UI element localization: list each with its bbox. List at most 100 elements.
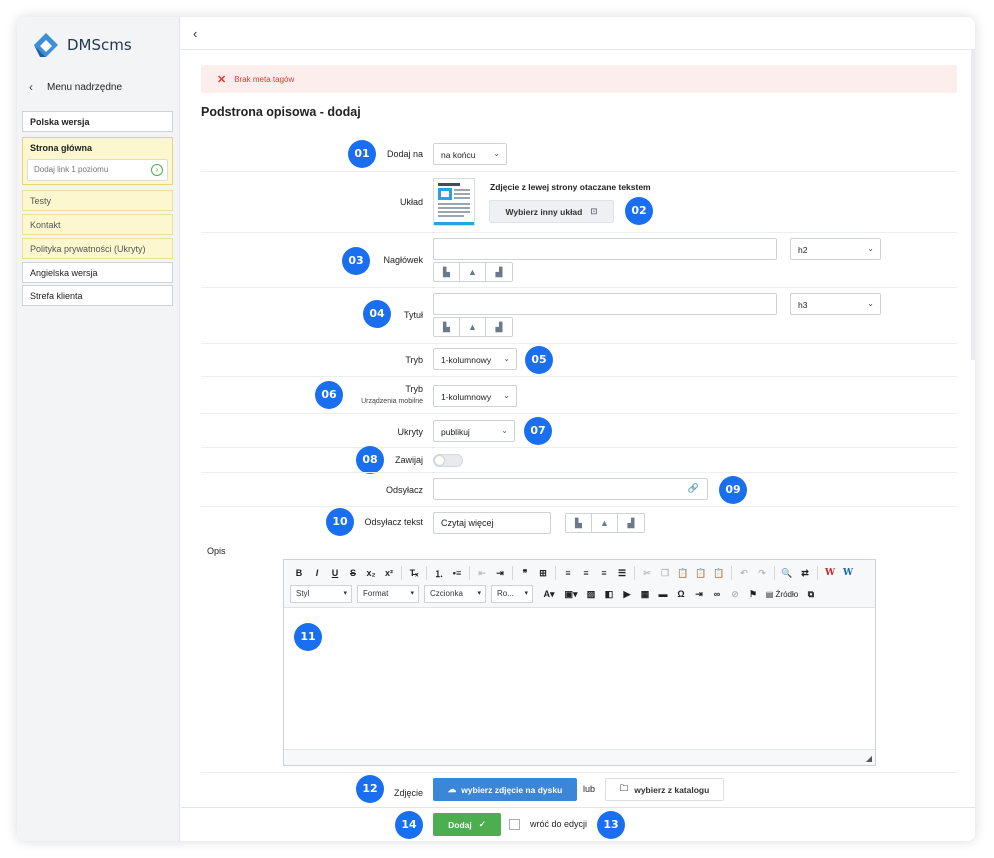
align-center-icon[interactable]: ≡ (577, 564, 595, 582)
align-center-icon[interactable]: ▲ (592, 514, 618, 532)
heading-input[interactable] (433, 238, 777, 260)
sidebar-item-kontakt[interactable]: Kontakt (22, 214, 173, 235)
paste-icon[interactable]: 📋 (674, 564, 692, 582)
mode-value: 1-kolumnowy (441, 355, 492, 365)
copy-icon[interactable]: ❐ (656, 564, 674, 582)
indent-icon[interactable]: ⇥ (491, 564, 509, 582)
sidebar-item-strona-glowna[interactable]: Strona główna Dodaj link 1 poziomu › (22, 137, 173, 185)
bg-color-icon[interactable]: ▣▾ (560, 585, 582, 603)
badge-14: 14 (395, 811, 423, 839)
bulleted-list-icon[interactable]: •≡ (448, 564, 466, 582)
align-left-icon[interactable]: ▙ (434, 263, 460, 281)
align-right-icon[interactable]: ▟ (486, 263, 512, 281)
div-container-icon[interactable]: ⊞ (534, 564, 552, 582)
page-break-icon[interactable]: ⇥ (690, 585, 708, 603)
align-left-icon[interactable]: ≡ (559, 564, 577, 582)
divider (201, 376, 957, 377)
return-to-edit-checkbox[interactable] (509, 819, 520, 830)
sidebar-item-polska-wersja[interactable]: Polska wersja (22, 111, 173, 132)
align-right-icon[interactable]: ≡ (595, 564, 613, 582)
upload-image-button[interactable]: ☁ wybierz zdjęcie na dysku (433, 778, 577, 801)
gallery-icon[interactable]: ◧ (600, 585, 618, 603)
text-color-icon[interactable]: A▾ (538, 585, 560, 603)
find-icon[interactable]: 🔍 (778, 564, 796, 582)
align-right-icon[interactable]: ▟ (618, 514, 644, 532)
redo-icon[interactable]: ↷ (753, 564, 771, 582)
parent-menu-link[interactable]: ‹ Menu nadrzędne (29, 80, 122, 94)
strikethrough-icon[interactable]: S (344, 564, 362, 582)
folder-icon: 🗀 (619, 782, 629, 793)
size-combo[interactable]: Ro... ▾ (491, 585, 533, 603)
collapse-label: Zawijaj (394, 455, 423, 465)
subscript-icon[interactable]: x₂ (362, 564, 380, 582)
sidebar-item-strefa-klienta[interactable]: Strefa klienta (22, 285, 173, 306)
align-left-icon[interactable]: ▙ (566, 514, 592, 532)
add-at-select[interactable]: na końcu ⌄ (433, 143, 507, 165)
unlink-icon[interactable]: ⊘ (726, 585, 744, 603)
blockquote-icon[interactable]: ❞ (516, 564, 534, 582)
underline-icon[interactable]: U (326, 564, 344, 582)
arrow-right-icon[interactable]: › (151, 164, 163, 176)
badge-05: 05 (525, 346, 553, 374)
source-button[interactable]: ▤ Źródło (762, 585, 802, 603)
undo-icon[interactable]: ↶ (735, 564, 753, 582)
horizontal-line-icon[interactable]: ▬ (654, 585, 672, 603)
mode-select[interactable]: 1-kolumnowy ⌄ (433, 348, 517, 370)
paste-word-icon[interactable]: 📋 (710, 564, 728, 582)
align-left-icon[interactable]: ▙ (434, 318, 460, 336)
toolbar-row-2: Styl ▾ Format ▾ Czcionka ▾ Ro... ▾ A▾ ▣▾ ▨ ◧… (290, 585, 820, 603)
link-input[interactable]: 🔗 (433, 478, 708, 500)
video-icon[interactable]: ▶ (618, 585, 636, 603)
italic-icon[interactable]: I (308, 564, 326, 582)
maximize-icon[interactable]: ⧉ (802, 585, 820, 603)
sidebar-item-testy[interactable]: Testy (22, 190, 173, 211)
anchor-icon[interactable]: ⚑ (744, 585, 762, 603)
change-layout-button[interactable]: Wybierz inny układ ⊡ (489, 200, 614, 223)
sidebar-item-angielska-wersja[interactable]: Angielska wersja (22, 262, 173, 283)
link-text-input[interactable]: Czytaj więcej (433, 512, 551, 534)
special-char-icon[interactable]: Ω (672, 585, 690, 603)
style-combo[interactable]: Styl ▾ (290, 585, 352, 603)
submit-add-button[interactable]: Dodaj ✓ (433, 813, 501, 836)
resize-grip-icon[interactable]: ◢ (866, 754, 872, 763)
format-combo[interactable]: Format ▾ (357, 585, 419, 603)
cut-icon[interactable]: ✂ (638, 564, 656, 582)
image-icon[interactable]: ▨ (582, 585, 600, 603)
table-icon[interactable]: ▦ (636, 585, 654, 603)
collapse-toggle[interactable] (433, 454, 463, 467)
word-icon-red[interactable]: W (821, 564, 839, 582)
align-right-icon[interactable]: ▟ (486, 318, 512, 336)
align-center-icon[interactable]: ▲ (460, 318, 486, 336)
title-input[interactable] (433, 293, 777, 315)
title-tag-select[interactable]: h3 ⌄ (790, 293, 881, 315)
back-icon[interactable]: ‹ (193, 26, 197, 41)
remove-format-icon[interactable]: T̶ₓ (405, 564, 423, 582)
link-icon[interactable]: ∞ (708, 585, 726, 603)
outdent-icon[interactable]: ⇤ (473, 564, 491, 582)
link-text-align-group: ▙ ▲ ▟ (565, 513, 645, 533)
sidebar-item-polityka[interactable]: Polityka prywatności (Ukryty) (22, 238, 173, 259)
replace-icon[interactable]: ⇄ (796, 564, 814, 582)
badge-02: 02 (625, 197, 653, 225)
word-icon-blue[interactable]: W (839, 564, 857, 582)
heading-label: Nagłówek (383, 255, 423, 265)
superscript-icon[interactable]: x² (380, 564, 398, 582)
justify-icon[interactable]: ☰ (613, 564, 631, 582)
hidden-select[interactable]: publikuj ⌄ (433, 420, 515, 442)
editor-footer: ◢ (284, 749, 875, 765)
font-combo[interactable]: Czcionka ▾ (424, 585, 486, 603)
paste-text-icon[interactable]: 📋 (692, 564, 710, 582)
chevron-down-icon: ⌄ (493, 149, 500, 158)
mobile-mode-select[interactable]: 1-kolumnowy ⌄ (433, 385, 517, 407)
bold-icon[interactable]: B (290, 564, 308, 582)
layout-name: Zdjęcie z lewej strony otaczane tekstem (490, 182, 651, 192)
align-center-icon[interactable]: ▲ (460, 263, 486, 281)
numbered-list-icon[interactable]: ⒈ (430, 564, 448, 582)
choose-from-catalog-button[interactable]: 🗀 wybierz z katalogu (605, 778, 724, 801)
catalog-label: wybierz z katalogu (634, 784, 710, 795)
scrollbar[interactable] (971, 50, 975, 360)
add-link-input[interactable]: Dodaj link 1 poziomu › (27, 159, 168, 181)
link-label: Odsyłacz (385, 485, 423, 495)
logo[interactable]: DMScms (31, 30, 132, 60)
heading-tag-select[interactable]: h2 ⌄ (790, 238, 881, 260)
